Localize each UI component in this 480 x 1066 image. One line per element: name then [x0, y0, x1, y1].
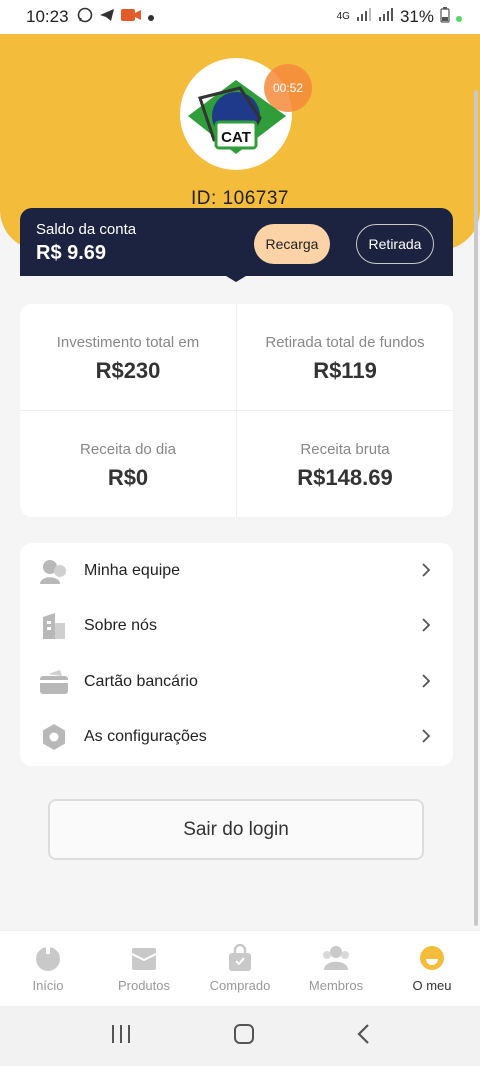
balance-notch [226, 276, 246, 282]
card-icon [40, 668, 68, 696]
timer-badge: 00:52 [264, 64, 312, 112]
tab-label: Comprado [209, 978, 271, 993]
stat-daily-revenue: Receita do dia R$0 [20, 411, 236, 517]
notification-icons [77, 7, 155, 28]
menu-label: Cartão bancário [84, 672, 198, 690]
chevron-right-icon [421, 617, 431, 638]
dot-icon [147, 7, 155, 27]
tab-label: Membros [308, 978, 364, 993]
status-time: 10:23 [26, 7, 69, 26]
signal-icon-2 [378, 7, 394, 27]
building-icon [40, 612, 68, 640]
telegram-icon [99, 7, 115, 28]
profile-icon [418, 944, 446, 972]
menu-item-team[interactable]: Minha equipe [20, 543, 453, 598]
balance-label: Saldo da conta [36, 221, 137, 238]
products-icon [130, 944, 158, 972]
svg-text:CAT: CAT [221, 129, 251, 146]
scrollbar[interactable] [474, 90, 478, 926]
menu-item-bank-card[interactable]: Cartão bancário [20, 654, 453, 709]
team-icon [40, 557, 68, 585]
home-icon [34, 944, 62, 972]
video-record-icon [120, 7, 141, 27]
retirada-button[interactable]: Retirada [356, 224, 434, 264]
stat-label: Investimento total em [56, 334, 200, 351]
network-type: 4G [336, 11, 350, 22]
status-bar: 10:23 4G 31% [0, 0, 480, 34]
members-icon [322, 944, 350, 972]
back-icon[interactable] [356, 1023, 370, 1050]
stats-card: Investimento total em R$230 Retirada tot… [20, 304, 453, 517]
balance-value: R$ 9.69 [36, 242, 107, 264]
stat-value: R$119 [313, 358, 377, 383]
recent-apps-icon[interactable] [110, 1024, 132, 1049]
stat-label: Retirada total de fundos [265, 334, 425, 351]
stat-value: R$148.69 [297, 465, 393, 490]
stat-value: R$230 [95, 358, 161, 383]
bottom-tab-bar: Início Produtos Comprado Membros O meu [0, 930, 480, 1006]
user-id: ID: 106737 [0, 188, 480, 210]
menu-label: Sobre nós [84, 616, 157, 634]
battery-icon [440, 6, 450, 28]
tab-comprado[interactable]: Comprado [192, 931, 288, 1006]
stat-total-withdrawal: Retirada total de fundos R$119 [237, 304, 453, 410]
tab-o-meu[interactable]: O meu [384, 931, 480, 1006]
balance-card: Saldo da conta R$ 9.69 Recarga Retirada [20, 208, 453, 276]
tab-label: Produtos [117, 978, 171, 993]
stat-value: R$0 [107, 465, 149, 490]
bag-icon [226, 943, 254, 972]
tab-produtos[interactable]: Produtos [96, 931, 192, 1006]
settings-icon [40, 723, 68, 751]
tab-label: O meu [412, 978, 452, 993]
tab-label: Início [32, 978, 64, 993]
menu-item-about[interactable]: Sobre nós [20, 598, 453, 653]
home-button-icon[interactable] [233, 1023, 255, 1050]
battery-percent: 31% [399, 7, 434, 26]
stat-label: Receita do dia [80, 441, 176, 458]
status-right: 4G 31% [336, 6, 462, 28]
stat-label: Receita bruta [300, 441, 390, 458]
chevron-right-icon [421, 562, 431, 583]
menu-label: Minha equipe [84, 561, 181, 579]
tab-inicio[interactable]: Início [0, 931, 96, 1006]
chevron-right-icon [421, 673, 431, 694]
menu-item-settings[interactable]: As configurações [20, 709, 453, 764]
system-nav-bar [0, 1006, 480, 1066]
tab-membros[interactable]: Membros [288, 931, 384, 1006]
menu-list: Minha equipe Sobre nós Cartão bancário A… [20, 543, 453, 766]
signal-icon [356, 7, 372, 27]
menu-label: As configurações [84, 727, 207, 745]
id-label: ID: [191, 188, 217, 209]
green-dot-icon [456, 7, 462, 27]
chevron-right-icon [421, 728, 431, 749]
id-value: 106737 [222, 188, 289, 209]
logout-button[interactable]: Sair do login [48, 799, 424, 860]
whatsapp-icon [77, 7, 93, 28]
stat-gross-revenue: Receita bruta R$148.69 [237, 411, 453, 517]
recarga-button[interactable]: Recarga [254, 224, 330, 264]
stat-total-investment: Investimento total em R$230 [20, 304, 236, 410]
